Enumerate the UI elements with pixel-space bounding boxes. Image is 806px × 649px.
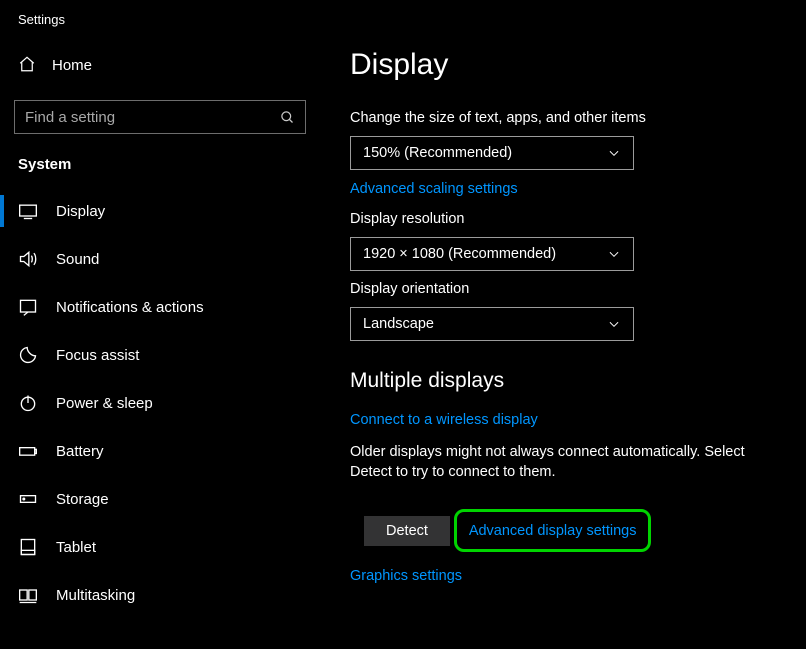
nav-label: Display: [56, 203, 105, 220]
nav-label: Tablet: [56, 539, 96, 556]
power-icon: [18, 393, 38, 413]
connect-wireless-link[interactable]: Connect to a wireless display: [350, 412, 538, 428]
nav-item-focus-assist[interactable]: Focus assist: [0, 331, 320, 379]
page-heading: Display: [350, 48, 790, 82]
home-icon: [18, 55, 36, 76]
scale-dropdown[interactable]: 150% (Recommended): [350, 136, 634, 170]
home-button[interactable]: Home: [0, 45, 320, 86]
resolution-label: Display resolution: [350, 211, 790, 227]
nav-label: Battery: [56, 443, 104, 460]
display-icon: [18, 201, 38, 221]
nav-item-battery[interactable]: Battery: [0, 427, 320, 475]
nav-item-multitasking[interactable]: Multitasking: [0, 571, 320, 619]
resolution-dropdown[interactable]: 1920 × 1080 (Recommended): [350, 237, 634, 271]
chevron-down-icon: [607, 317, 621, 331]
scale-value: 150% (Recommended): [363, 145, 512, 161]
graphics-settings-link[interactable]: Graphics settings: [350, 568, 462, 584]
advanced-display-link[interactable]: Advanced display settings: [469, 523, 637, 539]
nav-label: Notifications & actions: [56, 299, 204, 316]
sound-icon: [18, 249, 38, 269]
orientation-label: Display orientation: [350, 281, 790, 297]
nav-list: Display Sound Notifications & actions Fo…: [0, 187, 320, 619]
scale-label: Change the size of text, apps, and other…: [350, 110, 790, 126]
nav-item-storage[interactable]: Storage: [0, 475, 320, 523]
battery-icon: [18, 441, 38, 461]
nav-label: Storage: [56, 491, 109, 508]
detect-button[interactable]: Detect: [364, 516, 450, 546]
nav-label: Multitasking: [56, 587, 135, 604]
nav-item-tablet[interactable]: Tablet: [0, 523, 320, 571]
notifications-icon: [18, 297, 38, 317]
app-title: Settings: [0, 8, 320, 45]
home-label: Home: [52, 57, 92, 74]
sidebar: Settings Home System Display So: [0, 0, 320, 649]
focus-assist-icon: [18, 345, 38, 365]
nav-item-notifications[interactable]: Notifications & actions: [0, 283, 320, 331]
nav-label: Focus assist: [56, 347, 139, 364]
main-panel: Display Change the size of text, apps, a…: [320, 0, 806, 649]
search-icon: [279, 109, 295, 125]
chevron-down-icon: [607, 247, 621, 261]
advanced-scaling-link[interactable]: Advanced scaling settings: [350, 181, 518, 197]
storage-icon: [18, 489, 38, 509]
search-input[interactable]: [25, 109, 279, 126]
search-box[interactable]: [14, 100, 306, 134]
nav-item-power-sleep[interactable]: Power & sleep: [0, 379, 320, 427]
nav-label: Power & sleep: [56, 395, 153, 412]
category-heading: System: [0, 134, 320, 181]
nav-label: Sound: [56, 251, 99, 268]
multiple-displays-heading: Multiple displays: [350, 369, 790, 393]
highlight-annotation: Advanced display settings: [454, 509, 652, 552]
chevron-down-icon: [607, 146, 621, 160]
multitasking-icon: [18, 585, 38, 605]
detect-help-text: Older displays might not always connect …: [350, 442, 790, 483]
nav-item-sound[interactable]: Sound: [0, 235, 320, 283]
resolution-value: 1920 × 1080 (Recommended): [363, 246, 556, 262]
tablet-icon: [18, 537, 38, 557]
orientation-value: Landscape: [363, 316, 434, 332]
nav-item-display[interactable]: Display: [0, 187, 320, 235]
orientation-dropdown[interactable]: Landscape: [350, 307, 634, 341]
